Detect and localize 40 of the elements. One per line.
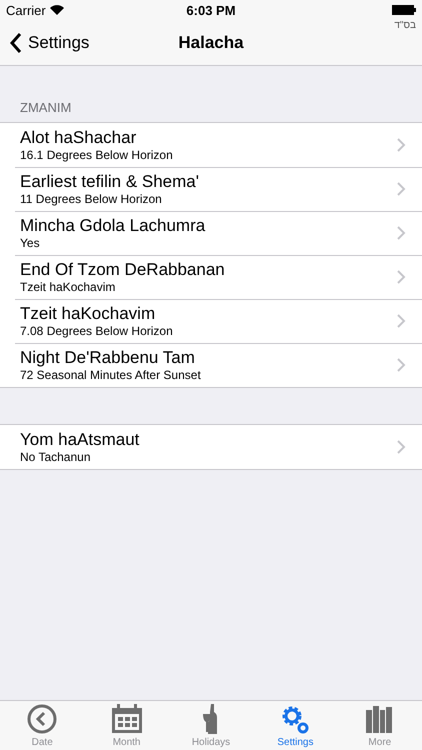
settings-row[interactable]: Mincha Gdola Lachumra Yes bbox=[0, 211, 422, 255]
row-subtitle: Tzeit haKochavim bbox=[20, 280, 116, 294]
back-button[interactable]: Settings bbox=[10, 32, 90, 52]
row-subtitle: 72 Seasonal Minutes After Sunset bbox=[20, 368, 202, 382]
settings-row[interactable]: Yom haAtsmaut No Tachanun bbox=[0, 425, 422, 469]
chevron-icon bbox=[397, 314, 406, 328]
row-title: Tzeit haKochavim bbox=[20, 304, 156, 324]
battery-icon bbox=[392, 5, 416, 15]
settings-row[interactable]: End Of Tzom DeRabbanan Tzeit haKochavim bbox=[0, 255, 422, 299]
chevron-icon bbox=[397, 358, 406, 372]
section-header: ZMANIM bbox=[20, 100, 72, 115]
chevron-icon bbox=[397, 226, 406, 240]
row-subtitle: 16.1 Degrees Below Horizon bbox=[20, 148, 174, 162]
row-title: End Of Tzom DeRabbanan bbox=[20, 260, 226, 280]
chevron-icon bbox=[397, 182, 406, 196]
screen-title: Halacha bbox=[178, 32, 244, 52]
clock-icon bbox=[26, 704, 58, 734]
row-title: Yom haAtsmaut bbox=[20, 430, 140, 450]
row-title: Alot haShachar bbox=[20, 128, 138, 148]
chevron-icon bbox=[397, 440, 406, 454]
back-chevron-icon bbox=[10, 32, 22, 52]
calendar-icon bbox=[110, 704, 143, 734]
tab-item[interactable]: Settings bbox=[253, 701, 338, 750]
row-subtitle: 11 Degrees Below Horizon bbox=[20, 192, 163, 206]
settings-row[interactable]: Earliest tefilin & Shema' 11 Degrees Below Horizon bbox=[0, 167, 422, 211]
row-title: Earliest tefilin & Shema' bbox=[20, 172, 200, 192]
row-subtitle: No Tachanun bbox=[20, 450, 92, 464]
settings-row[interactable]: Alot haShachar 16.1 Degrees Below Horizon bbox=[0, 123, 422, 167]
row-subtitle: 7.08 Degrees Below Horizon bbox=[20, 324, 174, 338]
chevron-icon bbox=[397, 270, 406, 284]
settings-row[interactable]: Night De'Rabbenu Tam 72 Seasonal Minutes After Sunset bbox=[0, 343, 422, 387]
row-title: Mincha Gdola Lachumra bbox=[20, 216, 206, 236]
row-title: Night De'Rabbenu Tam bbox=[20, 348, 196, 368]
carrier-label: Carrier bbox=[6, 2, 46, 18]
chevron-icon bbox=[397, 138, 406, 152]
row-subtitle: Yes bbox=[20, 236, 41, 250]
settings-row[interactable]: Tzeit haKochavim 7.08 Degrees Below Horizon bbox=[0, 299, 422, 343]
corner-note: בס"ד bbox=[394, 20, 416, 31]
wifi-icon bbox=[50, 5, 64, 15]
status-time: 6:03 PM bbox=[186, 2, 236, 18]
